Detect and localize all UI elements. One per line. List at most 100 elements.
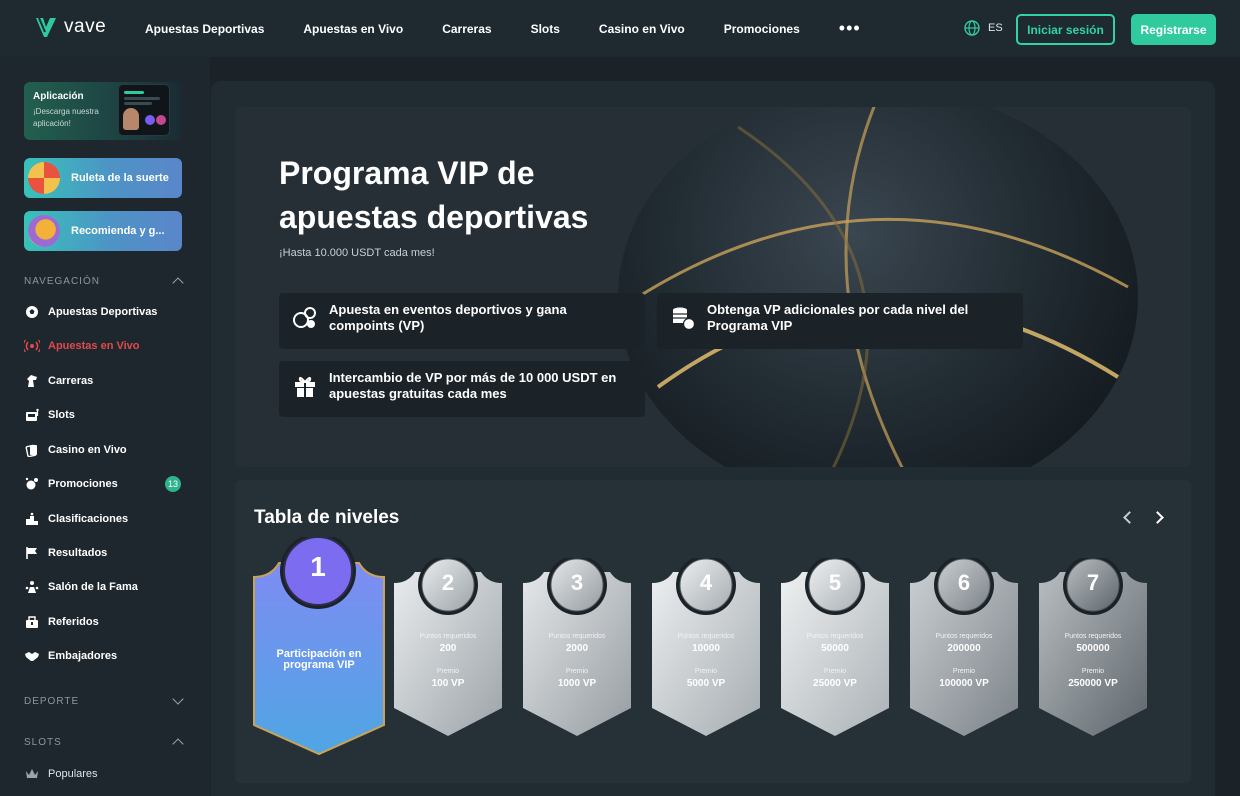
- flag-icon: [24, 545, 40, 561]
- app-card-subtitle: ¡Descarga nuestra aplicación!: [33, 107, 99, 128]
- top-header: vave Apuestas Deportivas Apuestas en Viv…: [0, 0, 1240, 57]
- live-signal-icon: [24, 338, 40, 354]
- level-label: Participación en programa VIP: [276, 648, 362, 671]
- app-card-title: Aplicación: [33, 91, 84, 102]
- crown-icon: [24, 766, 40, 782]
- slots-section-header[interactable]: SLOTS: [24, 736, 184, 750]
- sidebar-item-populares[interactable]: Populares: [24, 764, 184, 784]
- sidebar-item-resultados[interactable]: Resultados: [24, 543, 184, 563]
- level-card-4[interactable]: 4 Puntos requeridos 10000 Premio 5000 VP: [651, 558, 761, 738]
- sports-balls-icon: [293, 307, 316, 328]
- navigation-heading: NAVEGACIÓN: [24, 275, 100, 287]
- more-menu-icon[interactable]: •••: [839, 18, 861, 39]
- sidebar-item-apuestas-deportivas[interactable]: Apuestas Deportivas: [24, 302, 184, 322]
- navigation-section-header[interactable]: NAVEGACIÓN: [24, 275, 184, 289]
- gift-icon: [295, 376, 315, 397]
- sidebar-item-label: Referidos: [48, 616, 99, 628]
- chevron-up-icon: [172, 277, 184, 289]
- sidebar: Aplicación ¡Descarga nuestra aplicación!…: [0, 57, 210, 796]
- level-number: 5: [828, 570, 842, 595]
- level-card-3[interactable]: 3 Puntos requeridos 2000 Premio 1000 VP: [522, 558, 632, 738]
- refer-button[interactable]: Recomienda y g...: [24, 211, 182, 251]
- sidebar-item-label: Clasificaciones: [48, 513, 129, 525]
- feature-text: Apuesta en eventos deportivos y gana com…: [329, 302, 567, 333]
- prize-value: 100 VP: [431, 678, 465, 689]
- hero-title: Programa VIP de apuestas deportivas: [279, 155, 589, 235]
- sidebar-item-casino-en-vivo[interactable]: Casino en Vivo: [24, 440, 184, 460]
- topnav-slots[interactable]: Slots: [531, 22, 560, 36]
- app-download-card[interactable]: Aplicación ¡Descarga nuestra aplicación!: [24, 82, 182, 140]
- basketball-image: [618, 107, 1138, 467]
- prize-value: 250000 VP: [1068, 678, 1118, 689]
- horse-icon: [24, 373, 40, 389]
- points-required-value: 50000: [821, 643, 849, 654]
- vip-hero-banner: Programa VIP de apuestas deportivas ¡Has…: [235, 107, 1191, 467]
- register-button[interactable]: Registrarse: [1131, 14, 1216, 45]
- prize-label: Premio: [823, 668, 847, 675]
- level-number: 4: [699, 570, 713, 595]
- language-selector[interactable]: ES: [964, 20, 1003, 36]
- cards-icon: [24, 442, 40, 458]
- chevron-up-icon: [172, 738, 184, 750]
- prize-label: Premio: [1081, 668, 1105, 675]
- level-card-5[interactable]: 5 Puntos requeridos 50000 Premio 25000 VP: [780, 558, 890, 738]
- feature-text: Obtenga VP adicionales por cada nivel de…: [707, 302, 969, 333]
- points-required-label: Puntos requeridos: [806, 633, 864, 640]
- sport-section-header[interactable]: DEPORTE: [24, 693, 184, 707]
- sidebar-item-slots[interactable]: Slots: [24, 405, 184, 425]
- levels-table: Tabla de niveles 1 Participación en prog…: [235, 480, 1191, 783]
- topnav-carreras[interactable]: Carreras: [442, 22, 491, 36]
- level-card-6[interactable]: 6 Puntos requeridos 200000 Premio 100000 VP: [909, 558, 1019, 738]
- logo-text: vave: [64, 16, 107, 37]
- points-required-value: 500000: [1076, 643, 1110, 654]
- points-required-label: Puntos requeridos: [1064, 633, 1122, 640]
- points-required-value: 10000: [692, 643, 720, 654]
- points-required-value: 200000: [947, 643, 981, 654]
- prize-value: 25000 VP: [813, 678, 857, 689]
- level-number: 1: [310, 551, 326, 582]
- prev-arrow-icon[interactable]: [1116, 506, 1138, 528]
- points-required-label: Puntos requeridos: [419, 633, 477, 640]
- prize-value: 1000 VP: [557, 678, 597, 689]
- sidebar-item-carreras[interactable]: Carreras: [24, 371, 184, 391]
- globe-icon: [964, 20, 980, 36]
- coins-stack-icon: [673, 307, 696, 331]
- sidebar-item-label: Casino en Vivo: [48, 444, 127, 456]
- lucky-wheel-button[interactable]: Ruleta de la suerte: [24, 158, 182, 198]
- slot-machine-icon: [24, 407, 40, 423]
- wheel-icon: [28, 162, 60, 194]
- level-card-7[interactable]: 7 Puntos requeridos 500000 Premio 250000 VP: [1038, 558, 1148, 738]
- feature-text: Intercambio de VP por más de 10 000 USDT…: [329, 370, 617, 401]
- sidebar-item-label: Resultados: [48, 547, 108, 559]
- sidebar-item-label: Populares: [48, 768, 98, 780]
- topnav-apuestas-en-vivo[interactable]: Apuestas en Vivo: [303, 22, 403, 36]
- prize-label: Premio: [694, 668, 718, 675]
- sidebar-item-label: Carreras: [48, 375, 94, 387]
- level-number: 3: [570, 570, 584, 595]
- prize-label: Premio: [436, 668, 460, 675]
- promo-count-badge: 13: [165, 476, 181, 492]
- level-card-2[interactable]: 2 Puntos requeridos 200 Premio 100 VP: [393, 558, 503, 738]
- topnav-apuestas-deportivas[interactable]: Apuestas Deportivas: [145, 22, 264, 36]
- language-code: ES: [988, 22, 1003, 34]
- sidebar-item-salon-de-la-fama[interactable]: Salón de la Fama: [24, 577, 184, 597]
- sidebar-item-clasificaciones[interactable]: Clasificaciones: [24, 509, 184, 529]
- sidebar-item-referidos[interactable]: Referidos: [24, 612, 184, 632]
- lucky-wheel-label: Ruleta de la suerte: [71, 172, 169, 184]
- sidebar-item-apuestas-en-vivo[interactable]: Apuestas en Vivo: [24, 336, 184, 356]
- sidebar-item-embajadores[interactable]: Embajadores: [24, 646, 184, 666]
- chevron-down-icon: [172, 693, 184, 705]
- promo-icon: [24, 476, 40, 492]
- topnav-promociones[interactable]: Promociones: [724, 22, 800, 36]
- login-button[interactable]: Iniciar sesión: [1016, 14, 1115, 45]
- level-number: 6: [957, 570, 971, 595]
- sidebar-item-promociones[interactable]: Promociones 13: [24, 474, 184, 494]
- logo[interactable]: vave: [34, 15, 106, 39]
- prize-label: Premio: [565, 668, 589, 675]
- feature-card: Obtenga VP adicionales por cada nivel de…: [657, 293, 1023, 349]
- topnav-casino-en-vivo[interactable]: Casino en Vivo: [599, 22, 685, 36]
- sidebar-item-label: Apuestas Deportivas: [48, 306, 158, 318]
- next-arrow-icon[interactable]: [1148, 506, 1170, 528]
- sport-heading: DEPORTE: [24, 695, 80, 707]
- level-card-1[interactable]: 1 Participación en programa VIP: [251, 537, 387, 757]
